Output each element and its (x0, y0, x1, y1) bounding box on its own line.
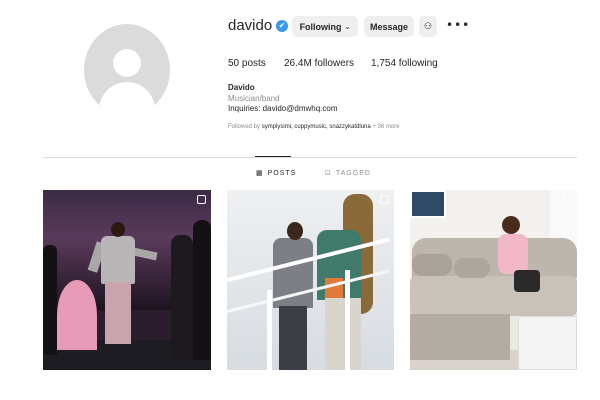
posts-count: 50 posts (228, 58, 266, 69)
tab-posts-label: POSTS (267, 169, 297, 177)
following-button[interactable]: Following ⌄ (292, 16, 358, 37)
tabs-divider (43, 157, 577, 158)
profile-avatar[interactable] (84, 24, 170, 116)
multiple-photos-icon (563, 195, 572, 204)
following-button-label: Following (299, 21, 342, 32)
message-button[interactable]: Message (364, 16, 414, 37)
wall-frame (410, 190, 446, 218)
verified-badge-icon: ✔ (276, 20, 288, 32)
person-head (287, 222, 303, 240)
profile-full-name: Davido (228, 83, 255, 92)
person-legs (279, 306, 307, 370)
child-legs (514, 270, 540, 292)
post-thumbnail[interactable] (410, 190, 577, 370)
child-body (498, 234, 528, 274)
grid-icon: ▦ (256, 169, 264, 177)
railing-post (267, 290, 272, 370)
followed-by-more: + 36 more (370, 124, 400, 130)
post-thumbnail[interactable] (43, 190, 211, 370)
tab-tagged-label: TAGGED (335, 169, 371, 177)
cushion (412, 254, 452, 276)
tab-tagged[interactable]: ⊡ TAGGED (325, 169, 371, 177)
following-count[interactable]: 1,754 following (371, 58, 438, 69)
tagged-icon: ⊡ (325, 169, 332, 177)
sofa-seat (410, 276, 577, 316)
add-person-icon: ⚇ (423, 21, 433, 32)
sofa-base (410, 314, 510, 360)
tab-posts[interactable]: ▦ POSTS (256, 169, 296, 177)
performer-head (111, 222, 125, 237)
multiple-photos-icon (197, 195, 206, 204)
suggested-accounts-button[interactable]: ⚇ (419, 16, 437, 37)
profile-username: davido (228, 17, 273, 34)
avatar-placeholder-head (113, 49, 141, 77)
profile-bio: Inquiries: davido@dmwhq.com (228, 104, 338, 113)
railing-post (345, 270, 350, 370)
followed-by-prefix: Followed by (228, 124, 262, 130)
more-options-icon[interactable]: ••• (446, 18, 470, 32)
dancer-silhouette (43, 245, 57, 355)
dancer-silhouette (171, 235, 193, 360)
chevron-down-icon: ⌄ (344, 22, 351, 31)
performer-pants (105, 282, 131, 344)
performer-jacket (101, 236, 135, 284)
avatar-placeholder-body (99, 82, 155, 116)
pink-prop (57, 280, 97, 350)
child-head (502, 216, 520, 234)
followed-by-line[interactable]: Followed by symplysimi, cuppymusic, snaz… (228, 124, 400, 130)
followed-by-names: symplysimi, cuppymusic, snazzykatdluna (261, 124, 371, 130)
dancer-silhouette (193, 220, 211, 360)
followers-count[interactable]: 26.4M followers (284, 58, 354, 69)
side-table (518, 316, 577, 370)
person-legs (325, 298, 361, 370)
cushion (454, 258, 490, 278)
profile-category: Musician/band (228, 94, 280, 103)
active-tab-indicator (255, 156, 291, 157)
post-thumbnail[interactable] (227, 190, 394, 370)
multiple-photos-icon (380, 195, 389, 204)
